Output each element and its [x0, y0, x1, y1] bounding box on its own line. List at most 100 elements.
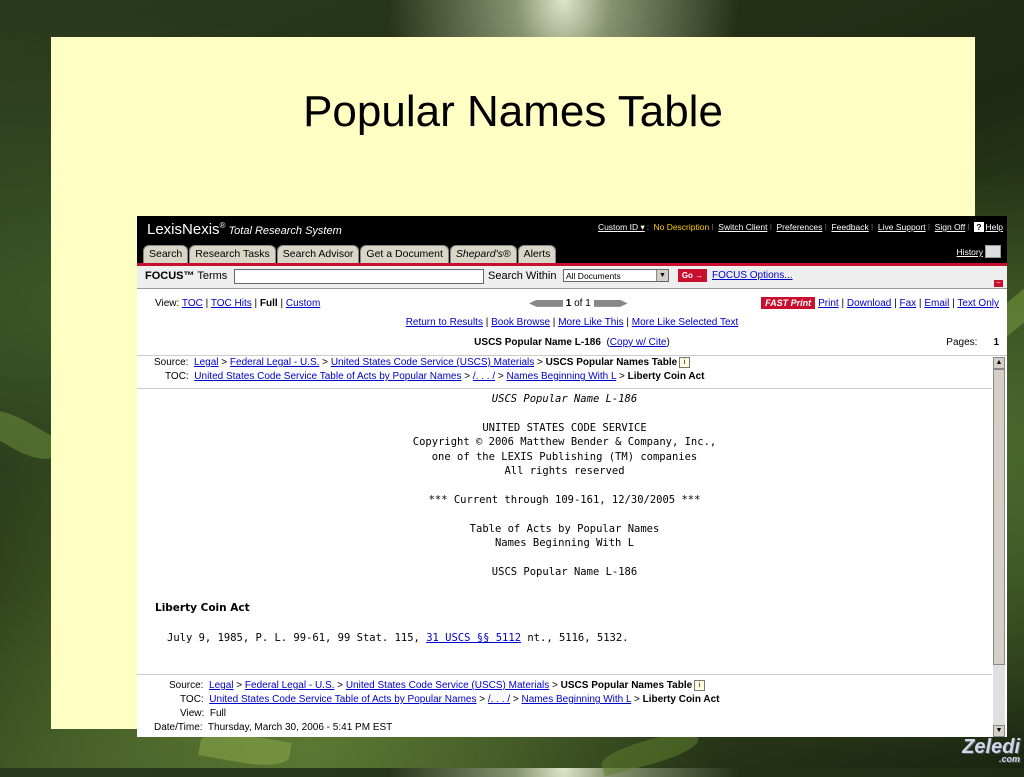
divider: [137, 388, 992, 389]
more-like-selected-text-link[interactable]: More Like Selected Text: [632, 317, 739, 328]
live-support-link[interactable]: Live Support: [878, 222, 926, 232]
zeledi-logo: Zeledi .com: [962, 736, 1020, 764]
main-tabs: Search Research Tasks Search Advisor Get a …: [143, 242, 557, 263]
source-legal-link[interactable]: Legal: [194, 357, 218, 368]
source-federal-link[interactable]: Federal Legal - U.S.: [245, 680, 335, 691]
lexis-screenshot: LexisNexis® Total Research System Custom …: [137, 216, 1007, 737]
focus-label: FOCUS™ Terms: [145, 270, 228, 282]
download-link[interactable]: Download: [847, 298, 891, 309]
more-like-this-link[interactable]: More Like This: [558, 317, 623, 328]
toc-line: TOC: United States Code Service Table of…: [165, 371, 705, 382]
view-label: View:: [155, 298, 180, 309]
source-line: Source: Legal > Federal Legal - U.S. > U…: [154, 357, 704, 371]
toc-table-of-acts-link[interactable]: United States Code Service Table of Acts…: [209, 694, 476, 705]
feedback-link[interactable]: Feedback: [831, 222, 868, 232]
tab-search-advisor[interactable]: Search Advisor: [276, 245, 360, 263]
copy-with-cite-link[interactable]: Copy w/ Cite: [610, 337, 667, 348]
focus-bar: FOCUS™ Terms Search Within All Documents…: [137, 266, 1007, 289]
view-custom-link[interactable]: Custom: [286, 298, 320, 309]
uscs-5112-link[interactable]: 31 USCS §§ 5112: [426, 632, 521, 644]
toc-names-l-link[interactable]: Names Beginning With L: [507, 371, 617, 382]
source-legal-link[interactable]: Legal: [209, 680, 233, 691]
source-toc-top: Source: Legal > Federal Legal - U.S. > U…: [154, 357, 704, 385]
doc-line: one of the LEXIS Publishing (TM) compani…: [431, 450, 698, 463]
pages-indicator: Pages: 1: [946, 337, 999, 348]
delivery-links: FAST Print Print | Download | Fax | Email…: [761, 297, 999, 309]
collapse-icon[interactable]: –: [994, 279, 1003, 287]
search-within-label: Search Within: [488, 270, 557, 282]
help-link[interactable]: Help: [986, 222, 1003, 232]
email-link[interactable]: Email: [924, 298, 949, 309]
doc-heading: USCS Popular Name L-186: [491, 393, 638, 405]
pager: 1 of 1: [529, 298, 628, 309]
focus-terms-input[interactable]: [234, 269, 484, 284]
toc-ellipsis-link[interactable]: /. . . /: [488, 694, 510, 705]
info-icon[interactable]: i: [679, 357, 691, 368]
slide: Popular Names Table LexisNexis® Total Res…: [51, 37, 1007, 737]
doc-line: Names Beginning With L: [494, 537, 635, 550]
scroll-thumb[interactable]: [993, 369, 1005, 665]
act-name: Liberty Coin Act: [155, 602, 250, 614]
scroll-up-icon[interactable]: ▲: [993, 357, 1005, 369]
lexisnexis-logo: LexisNexis® Total Research System: [147, 221, 342, 238]
view-toc-hits-link[interactable]: TOC Hits: [211, 298, 252, 309]
fax-link[interactable]: Fax: [899, 298, 916, 309]
view-options: View: TOC | TOC Hits | Full | Custom: [155, 298, 321, 309]
custom-id-link[interactable]: Custom ID ▾: [598, 222, 645, 232]
toc-table-of-acts-link[interactable]: United States Code Service Table of Acts…: [194, 371, 461, 382]
footer-datetime-line: Date/Time: Thursday, March 30, 2006 - 5:…: [154, 722, 393, 733]
switch-client-link[interactable]: Switch Client: [718, 222, 767, 232]
return-to-results-link[interactable]: Return to Results: [406, 317, 483, 328]
result-links: Return to Results | Book Browse | More L…: [405, 317, 739, 328]
source-uscs-materials-link[interactable]: United States Code Service (USCS) Materi…: [346, 680, 549, 691]
doc-line: UNITED STATES CODE SERVICE: [482, 421, 647, 434]
next-arrow-icon[interactable]: [593, 299, 628, 307]
document-scrollbar[interactable]: ▲ ▼: [993, 357, 1005, 737]
text-only-link[interactable]: Text Only: [957, 298, 999, 309]
tab-get-a-document[interactable]: Get a Document: [360, 245, 449, 263]
tab-shepards[interactable]: Shepard's®: [449, 245, 517, 263]
doc-line: Table of Acts by Popular Names: [469, 522, 660, 535]
toc-ellipsis-link[interactable]: /. . . /: [473, 371, 495, 382]
toc-names-l-link[interactable]: Names Beginning With L: [522, 694, 632, 705]
divider: [137, 355, 1007, 356]
history-link[interactable]: History: [957, 247, 983, 257]
header-bar: LexisNexis® Total Research System Custom …: [137, 216, 1007, 263]
prev-arrow-icon[interactable]: [529, 299, 563, 307]
footer-view-line: View: Full: [180, 708, 226, 719]
top-links: Custom ID ▾: No Description ⁝ Switch Clie…: [597, 222, 1003, 232]
view-full-selected: Full: [259, 298, 278, 309]
source-toc-bottom: Source: Legal > Federal Legal - U.S. > U…: [169, 680, 719, 722]
chevron-down-icon: ▼: [656, 270, 668, 281]
document-title-row: USCS Popular Name L-186 (Copy w/ Cite): [474, 337, 670, 348]
no-description-text: No Description: [653, 222, 710, 232]
print-queue-icon[interactable]: [985, 245, 1001, 258]
book-browse-link[interactable]: Book Browse: [491, 317, 550, 328]
doc-line: USCS Popular Name L-186: [491, 565, 638, 578]
preferences-link[interactable]: Preferences: [777, 222, 823, 232]
go-button[interactable]: Go →: [678, 269, 707, 282]
source-uscs-materials-link[interactable]: United States Code Service (USCS) Materi…: [331, 357, 534, 368]
help-icon[interactable]: ?: [974, 222, 984, 232]
document-body: USCS Popular Name L-186 UNITED STATES CO…: [137, 392, 992, 644]
tab-alerts[interactable]: Alerts: [517, 245, 557, 263]
doc-currency: *** Current through 109-161, 12/30/2005 …: [428, 493, 701, 506]
fast-print-button[interactable]: FAST Print: [761, 297, 816, 309]
toc-line: TOC: United States Code Service Table of…: [180, 694, 720, 705]
info-icon[interactable]: i: [694, 680, 706, 691]
slide-title: Popular Names Table: [303, 87, 723, 136]
divider: [137, 674, 992, 675]
source-federal-link[interactable]: Federal Legal - U.S.: [230, 357, 320, 368]
view-toc-link[interactable]: TOC: [182, 298, 203, 309]
focus-options-link[interactable]: FOCUS Options...: [712, 270, 793, 281]
tab-search[interactable]: Search: [143, 245, 189, 263]
search-within-select[interactable]: All Documents ▼: [563, 269, 669, 282]
doc-line: All rights reserved: [504, 465, 625, 478]
document-title: USCS Popular Name L-186: [474, 337, 601, 348]
tab-research-tasks[interactable]: Research Tasks: [189, 245, 276, 263]
doc-line: Copyright © 2006 Matthew Bender & Compan…: [412, 436, 717, 449]
print-link[interactable]: Print: [818, 298, 839, 309]
act-citation: July 9, 1985, P. L. 99-61, 99 Stat. 115,…: [167, 632, 629, 644]
source-line: Source: Legal > Federal Legal - U.S. > U…: [169, 680, 719, 694]
sign-off-link[interactable]: Sign Off: [935, 222, 966, 232]
